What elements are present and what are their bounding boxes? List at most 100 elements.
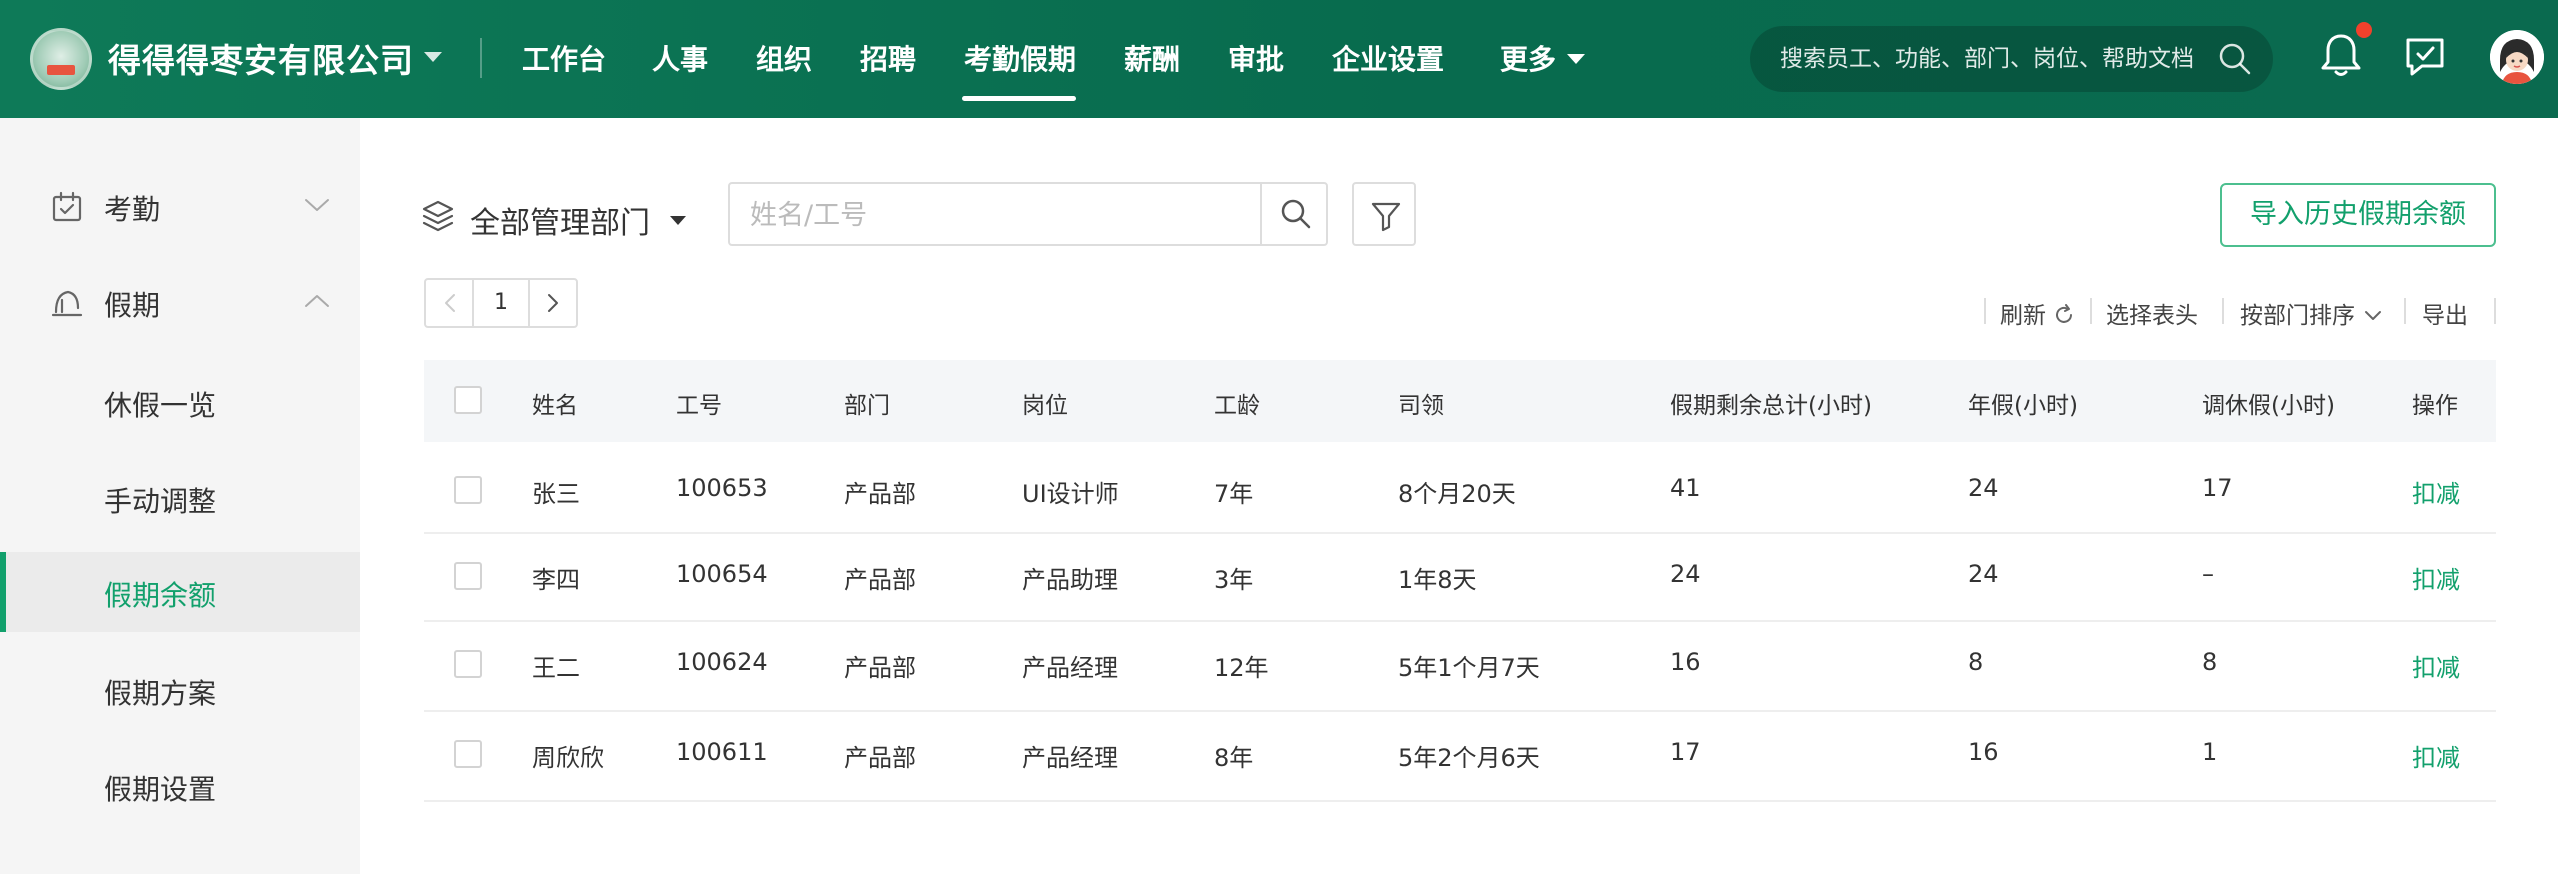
- column-header[interactable]: 工号: [676, 386, 722, 420]
- sidebar-item-leave-settings[interactable]: 假期设置: [0, 746, 360, 826]
- filter-icon: [1371, 202, 1401, 232]
- chevron-left-icon: [445, 294, 455, 312]
- cell-leave-total: 16: [1670, 648, 1701, 676]
- cell-annual-leave: 16: [1968, 738, 1999, 766]
- active-nav-indicator: [962, 96, 1076, 101]
- bell-icon[interactable]: [2318, 30, 2364, 80]
- table-row[interactable]: 王二 100624 产品部 产品经理 12年 5年1个月7天 16 8 8 扣减: [424, 622, 2496, 712]
- employee-search-input[interactable]: [750, 198, 1250, 232]
- cell-company-tenure: 8个月20天: [1398, 480, 1516, 508]
- deduct-link[interactable]: 扣减: [2412, 648, 2460, 683]
- page-number[interactable]: 1: [474, 280, 530, 326]
- employee-search[interactable]: [728, 182, 1328, 246]
- row-checkbox[interactable]: [454, 740, 482, 768]
- more-dropdown-icon[interactable]: [1567, 54, 1585, 64]
- sidebar-group-leave[interactable]: 假期: [0, 256, 360, 346]
- cell-comp-leave: 17: [2202, 474, 2233, 502]
- nav-workbench[interactable]: 工作台: [522, 38, 606, 78]
- search-button[interactable]: [1260, 182, 1328, 246]
- nav-payroll[interactable]: 薪酬: [1124, 38, 1180, 78]
- cell-name: 王二: [532, 654, 580, 682]
- cell-comp-leave: 8: [2202, 648, 2218, 676]
- action-divider: [2222, 298, 2224, 324]
- chevron-up-icon: [305, 295, 329, 307]
- column-header[interactable]: 岗位: [1022, 386, 1068, 420]
- table-row[interactable]: 李四 100654 产品部 产品助理 3年 1年8天 24 24 – 扣减: [424, 532, 2496, 622]
- refresh-icon: [2056, 304, 2073, 323]
- chevron-down-icon: [305, 199, 329, 211]
- global-search[interactable]: [1750, 26, 2273, 92]
- select-columns-button[interactable]: 选择表头: [2106, 296, 2198, 330]
- layers-icon[interactable]: [420, 198, 456, 234]
- column-header[interactable]: 假期剩余总计(小时): [1670, 386, 1872, 420]
- sidebar-item-label: 假期设置: [104, 773, 217, 806]
- column-header[interactable]: 部门: [844, 386, 890, 420]
- cell-annual-leave: 24: [1968, 560, 1999, 588]
- column-header[interactable]: 年假(小时): [1968, 386, 2078, 420]
- sort-by-department-button[interactable]: 按部门排序: [2240, 296, 2384, 330]
- cell-position: 产品助理: [1022, 566, 1118, 594]
- nav-more[interactable]: 更多: [1500, 38, 1556, 78]
- sidebar: 考勤 假期 休假一览 手动调整 假期余额 假期方案 假期设置: [0, 118, 360, 874]
- sidebar-item-leave-balance[interactable]: 假期余额: [0, 552, 360, 632]
- cell-name: 李四: [532, 566, 580, 594]
- notification-dot: [2356, 22, 2372, 38]
- export-button[interactable]: 导出: [2422, 296, 2468, 330]
- cell-position: UI设计师: [1022, 480, 1119, 508]
- company-dropdown-icon[interactable]: [424, 52, 442, 62]
- deduct-link[interactable]: 扣减: [2412, 738, 2460, 773]
- umbrella-icon: [51, 290, 83, 317]
- department-selector[interactable]: 全部管理部门: [470, 198, 650, 242]
- search-icon[interactable]: [2216, 40, 2254, 78]
- message-icon[interactable]: [2402, 34, 2448, 80]
- table-row[interactable]: 周欣欣 100611 产品部 产品经理 8年 5年2个月6天 17 16 1 扣…: [424, 712, 2496, 802]
- cell-company-tenure: 1年8天: [1398, 566, 1477, 594]
- prev-page-button[interactable]: [426, 280, 474, 326]
- caret-down-icon[interactable]: [670, 216, 686, 225]
- nav-personnel[interactable]: 人事: [652, 38, 708, 78]
- row-checkbox[interactable]: [454, 562, 482, 590]
- action-divider: [1984, 298, 1986, 324]
- import-history-balance-button[interactable]: 导入历史假期余额: [2220, 183, 2496, 247]
- column-header[interactable]: 姓名: [532, 386, 578, 420]
- pagination: 1: [424, 278, 578, 328]
- sidebar-group-attendance[interactable]: 考勤: [0, 160, 360, 250]
- column-header[interactable]: 调休假(小时): [2202, 386, 2335, 420]
- nav-attendance-leave[interactable]: 考勤假期: [964, 38, 1076, 78]
- sidebar-item-label: 假期余额: [104, 579, 217, 612]
- nav-approval[interactable]: 审批: [1228, 38, 1284, 78]
- filter-button[interactable]: [1352, 182, 1416, 246]
- cell-leave-total: 24: [1670, 560, 1701, 588]
- column-header[interactable]: 司领: [1398, 386, 1444, 420]
- chevron-right-icon: [548, 294, 558, 312]
- deduct-link[interactable]: 扣减: [2412, 560, 2460, 595]
- user-avatar[interactable]: [2490, 30, 2544, 84]
- cell-work-years: 3年: [1214, 566, 1254, 594]
- table-row[interactable]: 张三 100653 产品部 UI设计师 7年 8个月20天 41 24 17 扣…: [424, 444, 2496, 534]
- cell-department: 产品部: [844, 654, 916, 682]
- sidebar-item-manual-adjust[interactable]: 手动调整: [0, 458, 360, 538]
- sidebar-item-label: 休假一览: [104, 389, 217, 422]
- company-logo[interactable]: [30, 28, 92, 90]
- action-divider: [2494, 298, 2496, 324]
- company-name[interactable]: 得得得枣安有限公司: [108, 34, 414, 82]
- cell-annual-leave: 24: [1968, 474, 1999, 502]
- sidebar-item-leave-plan[interactable]: 假期方案: [0, 650, 360, 730]
- global-search-input[interactable]: [1780, 44, 2210, 74]
- select-all-checkbox[interactable]: [454, 386, 482, 414]
- sidebar-group-label: 考勤: [104, 193, 161, 226]
- nav-recruitment[interactable]: 招聘: [860, 38, 916, 78]
- nav-enterprise-settings[interactable]: 企业设置: [1332, 38, 1444, 78]
- refresh-button[interactable]: 刷新: [2000, 296, 2075, 330]
- cell-annual-leave: 8: [1968, 648, 1984, 676]
- next-page-button[interactable]: [530, 280, 576, 326]
- row-checkbox[interactable]: [454, 476, 482, 504]
- sidebar-item-leave-overview[interactable]: 休假一览: [0, 362, 360, 442]
- row-checkbox[interactable]: [454, 650, 482, 678]
- cell-department: 产品部: [844, 480, 916, 508]
- deduct-link[interactable]: 扣减: [2412, 474, 2460, 509]
- cell-employee-id: 100624: [676, 648, 768, 676]
- cell-work-years: 8年: [1214, 744, 1254, 772]
- nav-organization[interactable]: 组织: [756, 38, 812, 78]
- column-header[interactable]: 工龄: [1214, 386, 1260, 420]
